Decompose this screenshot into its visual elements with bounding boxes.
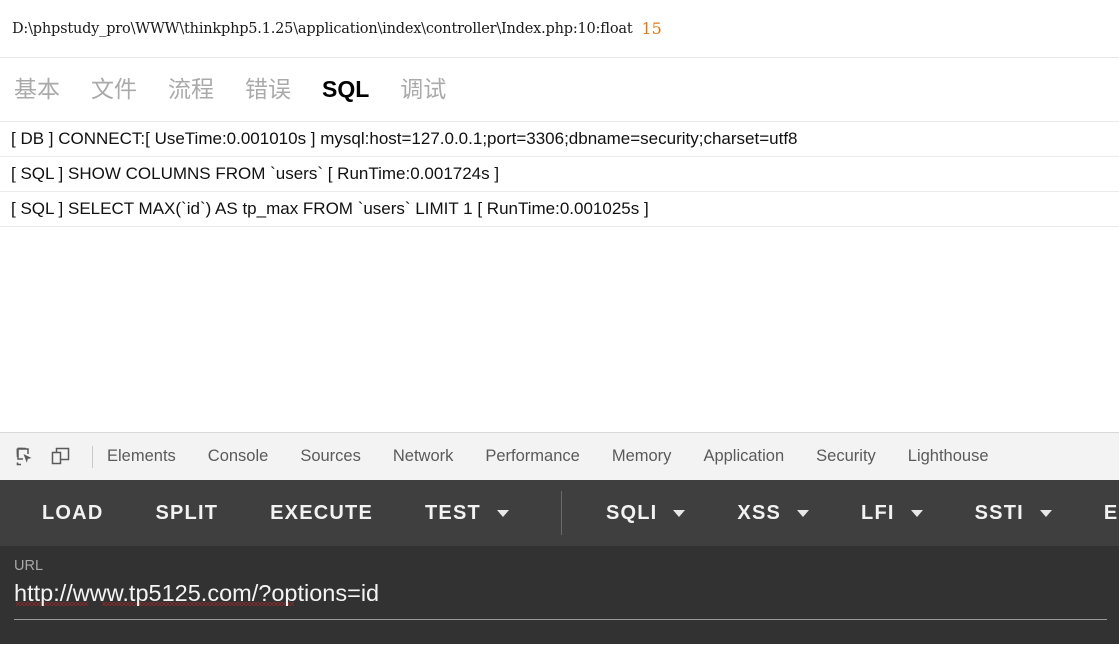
log-row: [ SQL ] SHOW COLUMNS FROM `users` [ RunT… <box>0 157 1119 192</box>
url-input[interactable]: http://www.tp5125.com/?options=id <box>14 580 379 606</box>
devtools-tab-elements[interactable]: Elements <box>107 447 176 466</box>
chevron-down-icon <box>1039 509 1052 517</box>
tab-sql[interactable]: SQL <box>322 78 369 101</box>
devtools-tab-lighthouse[interactable]: Lighthouse <box>908 447 989 466</box>
load-button[interactable]: LOAD <box>42 502 103 525</box>
trace-file-path: D:\phpstudy_pro\WWW\thinkphp5.1.25\appli… <box>12 20 633 37</box>
trace-tabbar: 基本 文件 流程 错误 SQL 调试 <box>0 58 1119 122</box>
url-label: URL <box>14 558 44 574</box>
devtools-tab-security[interactable]: Security <box>816 447 876 466</box>
devtools-tab-memory[interactable]: Memory <box>612 447 672 466</box>
test-menu[interactable]: TEST <box>425 502 509 525</box>
tab-debug[interactable]: 调试 <box>400 78 446 101</box>
action-toolbar: LOAD SPLIT EXECUTE TEST SQLI XSS LFI SST… <box>0 480 1119 546</box>
devtools-tab-network[interactable]: Network <box>393 447 454 466</box>
trace-value: 15 <box>641 19 662 38</box>
lfi-menu-label: LFI <box>861 501 895 524</box>
lfi-menu[interactable]: LFI <box>861 502 923 525</box>
execute-button-label: EXECUTE <box>270 501 374 524</box>
xss-menu-label: XSS <box>737 501 782 524</box>
devtools-tab-console[interactable]: Console <box>208 447 269 466</box>
url-input-wrap: http://www.tp5125.com/?options=id <box>14 580 379 607</box>
sqli-menu[interactable]: SQLI <box>605 501 686 525</box>
toolbar-divider <box>560 491 562 535</box>
devtools-divider <box>92 445 93 468</box>
sqli-menu-label: SQLI <box>605 501 658 524</box>
trace-header: D:\phpstudy_pro\WWW\thinkphp5.1.25\appli… <box>0 0 1119 58</box>
log-row: [ DB ] CONNECT:[ UseTime:0.001010s ] mys… <box>0 122 1119 157</box>
execute-button[interactable]: EXECUTE <box>270 502 373 525</box>
chevron-down-icon <box>496 509 509 517</box>
inspect-element-icon[interactable] <box>10 443 40 471</box>
test-menu-label: TEST <box>425 501 481 524</box>
split-button[interactable]: SPLIT <box>155 502 218 525</box>
xss-menu[interactable]: XSS <box>737 501 810 525</box>
url-input-underline <box>14 619 1107 620</box>
chevron-down-icon <box>910 509 923 517</box>
log-row: [ SQL ] SELECT MAX(`id`) AS tp_max FROM … <box>0 192 1119 227</box>
load-button-label: LOAD <box>42 501 104 524</box>
split-button-label: SPLIT <box>155 501 219 524</box>
devtools-tab-performance[interactable]: Performance <box>485 447 579 466</box>
device-toolbar-icon[interactable] <box>46 443 76 471</box>
chevron-down-icon <box>673 509 686 517</box>
tab-error[interactable]: 错误 <box>245 78 291 101</box>
ssti-menu-label: SSTI <box>974 501 1024 524</box>
devtools-tab-application[interactable]: Application <box>703 447 784 466</box>
chevron-down-icon <box>797 509 810 517</box>
devtools-tabbar: Elements Console Sources Network Perform… <box>0 432 1119 480</box>
devtools-tab-sources[interactable]: Sources <box>300 447 361 466</box>
enc-menu[interactable]: ENC <box>1104 502 1119 525</box>
tab-flow[interactable]: 流程 <box>168 78 214 101</box>
enc-menu-label: ENC <box>1103 501 1119 524</box>
ssti-menu[interactable]: SSTI <box>975 502 1052 525</box>
url-panel: URL http://www.tp5125.com/?options=id <box>0 546 1119 644</box>
tab-basic[interactable]: 基本 <box>14 78 60 101</box>
sql-log-list: [ DB ] CONNECT:[ UseTime:0.001010s ] mys… <box>0 122 1119 432</box>
tab-file[interactable]: 文件 <box>91 78 137 101</box>
